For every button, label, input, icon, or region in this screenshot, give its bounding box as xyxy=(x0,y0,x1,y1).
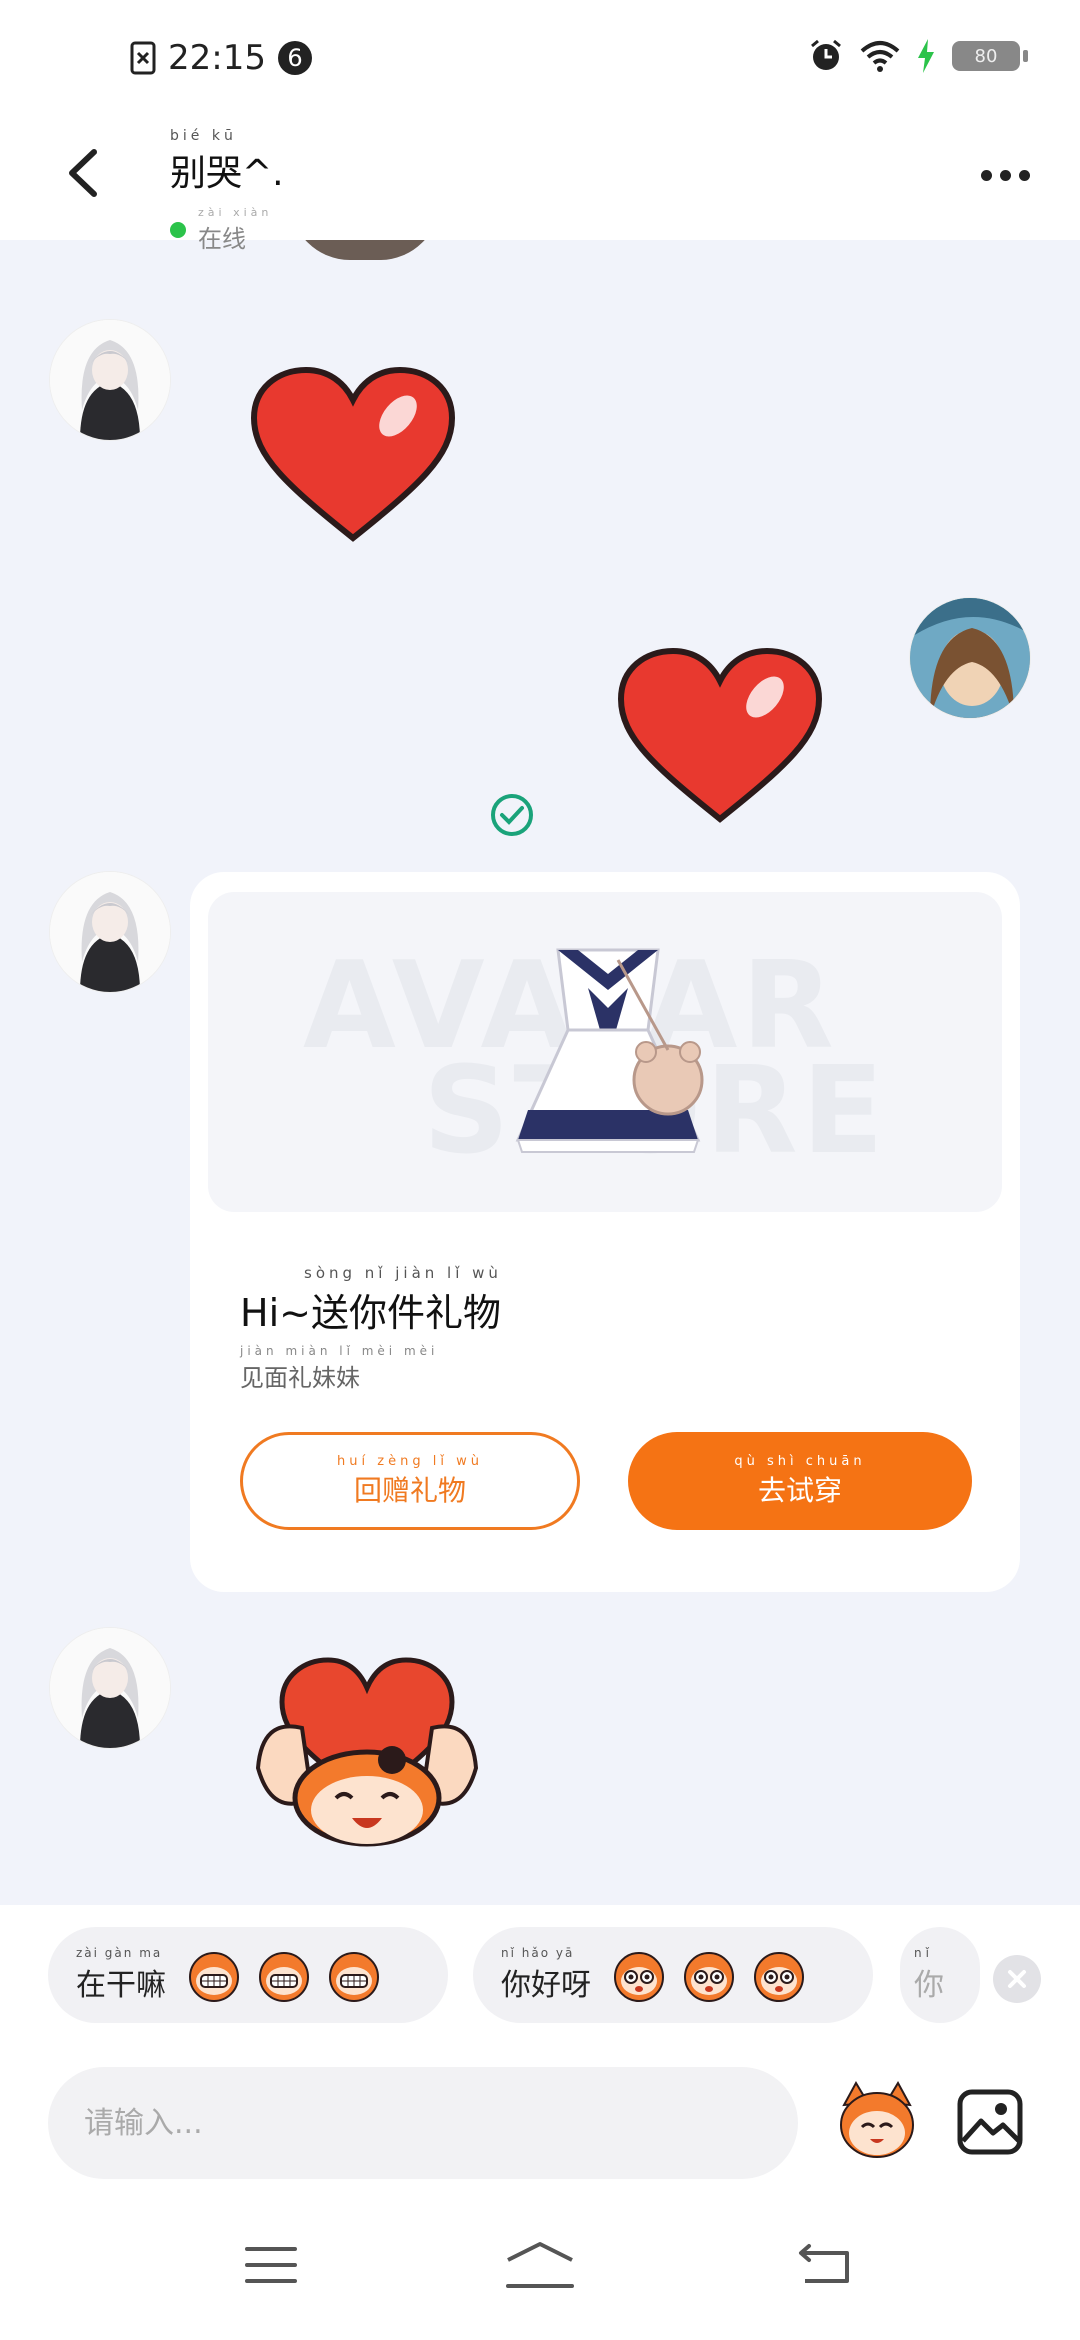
contact-name: 别哭^. xyxy=(170,153,284,194)
try-on-label: 去试穿 xyxy=(757,1473,842,1507)
try-on-pinyin: qù shì chuān xyxy=(734,1453,866,1469)
sticker-button[interactable] xyxy=(832,2075,922,2165)
home-button[interactable] xyxy=(495,2225,585,2305)
quick-reply-bar: zài gàn ma 在干嘛 nǐ hǎo yā 你好呀 nǐ 你 xyxy=(0,1905,1080,2045)
grinning-monkey-icon xyxy=(259,1952,309,2002)
contact-avatar[interactable] xyxy=(50,872,170,992)
gift-card[interactable]: AVATAR STORE sòng nǐ jiàn lǐ wù Hi~送你件礼物… xyxy=(190,872,1020,1592)
gift-title-pinyin: sòng nǐ jiàn lǐ wù xyxy=(304,1264,502,1282)
status-left: 22:15 6 xyxy=(130,38,312,78)
more-dot xyxy=(999,169,1011,181)
image-picker-button[interactable] xyxy=(955,2087,1025,2157)
quick-reply-pinyin: nǐ xyxy=(914,1946,933,1960)
gift-image[interactable]: AVATAR STORE xyxy=(208,892,1002,1212)
back-arrow-icon xyxy=(69,149,97,197)
partial-sticker xyxy=(290,240,440,260)
contact-info[interactable]: bié kū 别哭^. zài xiàn 在线 xyxy=(170,128,284,254)
gift-subtitle-pinyin: jiàn miàn lǐ mèi mèi xyxy=(240,1344,439,1358)
back-icon xyxy=(799,2244,849,2283)
return-gift-pinyin: huí zèng lǐ wù xyxy=(337,1453,483,1469)
quick-reply-text: zài gàn ma 在干嘛 xyxy=(76,1946,166,2004)
gift-title-text: Hi~送你件礼物 xyxy=(240,1291,501,1335)
return-gift-button[interactable]: huí zèng lǐ wù 回赠礼物 xyxy=(240,1432,580,1530)
quick-reply-text: nǐ hǎo yā 你好呀 xyxy=(501,1946,591,2004)
file-icon xyxy=(130,41,156,75)
contact-avatar[interactable] xyxy=(50,1628,170,1748)
charging-icon xyxy=(918,39,934,73)
mascot-heart-sticker-icon[interactable] xyxy=(252,1648,482,1848)
menu-button[interactable] xyxy=(226,2225,316,2305)
more-dot xyxy=(1018,169,1030,181)
notification-badge: 6 xyxy=(277,41,312,75)
menu-icon xyxy=(245,2247,297,2283)
system-nav-bar xyxy=(0,2195,1080,2340)
close-icon xyxy=(1008,1970,1026,1988)
more-dot xyxy=(980,169,992,181)
quick-reply-pinyin: nǐ hǎo yā xyxy=(501,1946,575,1960)
wide-eyed-monkey-icon xyxy=(684,1952,734,2002)
user-photo-avatar-icon xyxy=(910,598,1030,718)
anime-girl-avatar-icon xyxy=(50,320,170,440)
heart-sticker-icon[interactable] xyxy=(248,366,458,546)
battery-indicator: 80 xyxy=(952,41,1028,71)
title-pinyin: bié kū xyxy=(170,128,237,144)
chat-messages[interactable]: AVATAR STORE sòng nǐ jiàn lǐ wù Hi~送你件礼物… xyxy=(0,240,1080,1905)
message-input[interactable] xyxy=(48,2067,798,2179)
online-dot xyxy=(170,222,186,238)
quick-reply-chip[interactable]: nǐ hǎo yā 你好呀 xyxy=(473,1927,873,2023)
close-quick-replies-button[interactable] xyxy=(993,1955,1041,2003)
quick-reply-label: 你 xyxy=(914,1968,944,2003)
gift-subtitle-text: 见面礼妹妹 xyxy=(240,1364,360,1392)
status-bar: 22:15 6 80 xyxy=(0,0,1080,110)
quick-reply-chip[interactable]: zài gàn ma 在干嘛 xyxy=(48,1927,448,2023)
back-button[interactable] xyxy=(50,138,120,208)
message-input-bar xyxy=(0,2045,1080,2195)
quick-reply-chip[interactable]: nǐ 你 xyxy=(900,1927,980,2023)
wide-eyed-monkey-icon xyxy=(754,1952,804,2002)
back-nav-button[interactable] xyxy=(780,2225,870,2305)
quick-reply-label: 你好呀 xyxy=(501,1968,591,2003)
quick-reply-label: 在干嘛 xyxy=(76,1968,166,2003)
quick-reply-text: nǐ 你 xyxy=(914,1946,944,2004)
my-avatar[interactable] xyxy=(910,598,1030,718)
wifi-icon xyxy=(860,41,900,72)
status-pinyin: zài xiàn xyxy=(198,206,273,219)
chat-header: bié kū 别哭^. zài xiàn 在线 xyxy=(0,110,1080,253)
try-on-button[interactable]: qù shì chuān 去试穿 xyxy=(628,1432,972,1530)
wide-eyed-monkey-icon xyxy=(614,1952,664,2002)
more-options-button[interactable] xyxy=(970,150,1040,200)
anime-girl-avatar-icon xyxy=(50,872,170,992)
contact-avatar[interactable] xyxy=(50,320,170,440)
anime-girl-avatar-icon xyxy=(50,1628,170,1748)
battery-level: 80 xyxy=(974,45,998,67)
grinning-monkey-icon xyxy=(189,1952,239,2002)
mascot-icon xyxy=(840,2080,914,2158)
clock: 22:15 xyxy=(168,38,266,78)
image-icon xyxy=(957,2089,1023,2155)
gift-title: sòng nǐ jiàn lǐ wù Hi~送你件礼物 xyxy=(240,1264,502,1337)
status-right: 80 xyxy=(808,38,1028,74)
quick-reply-pinyin: zài gàn ma xyxy=(76,1946,163,1960)
home-icon xyxy=(506,2242,574,2288)
heart-sticker-icon[interactable] xyxy=(615,647,825,827)
grinning-monkey-icon xyxy=(329,1952,379,2002)
sailor-dress-icon xyxy=(515,948,704,1153)
return-gift-label: 回赠礼物 xyxy=(353,1473,466,1507)
alarm-icon xyxy=(811,39,841,70)
gift-subtitle: jiàn miàn lǐ mèi mèi 见面礼妹妹 xyxy=(240,1344,438,1393)
check-circle-icon xyxy=(491,794,533,836)
